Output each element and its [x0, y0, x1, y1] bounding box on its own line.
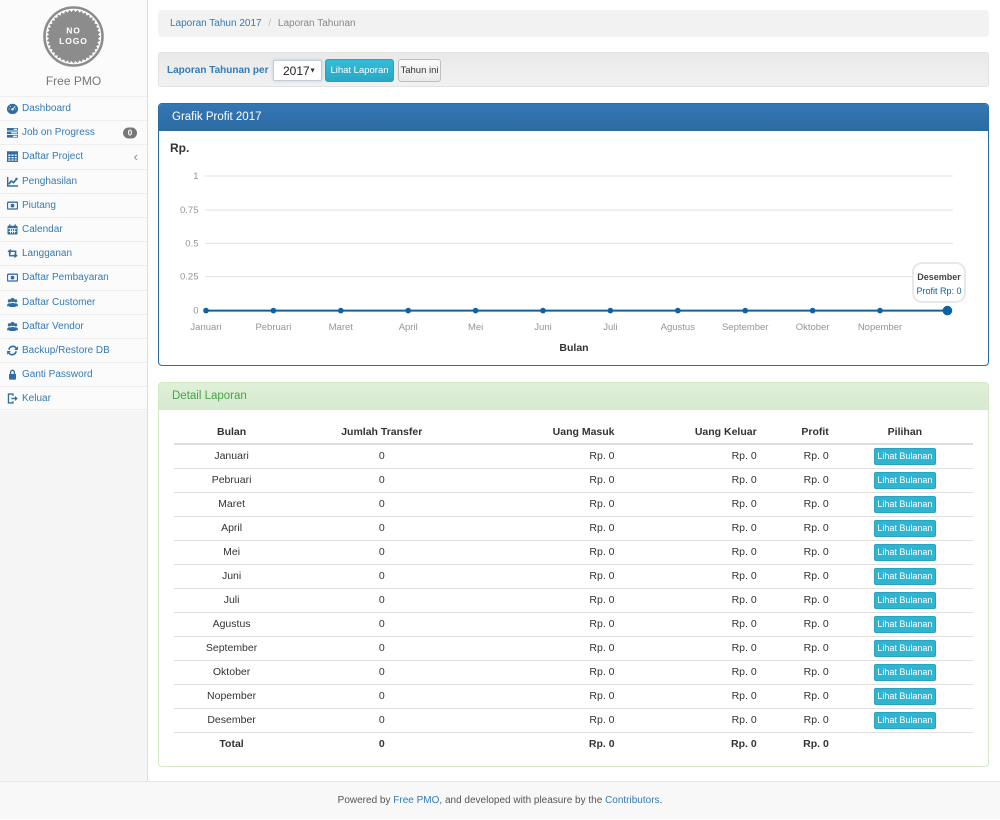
svg-text:0: 0: [193, 306, 198, 317]
svg-text:Nopember: Nopember: [858, 322, 902, 333]
svg-text:Juni: Juni: [534, 322, 551, 333]
svg-text:Pebruari: Pebruari: [255, 322, 291, 333]
svg-text:NO: NO: [66, 26, 81, 36]
svg-text:1: 1: [193, 171, 198, 182]
svg-text:Juli: Juli: [603, 322, 617, 333]
svg-text:Bulan: Bulan: [559, 342, 588, 354]
svg-text:Rp.: Rp.: [170, 141, 189, 155]
svg-text:September: September: [722, 322, 768, 333]
svg-text:April: April: [399, 322, 418, 333]
svg-text:0.5: 0.5: [185, 238, 198, 249]
svg-text:0.75: 0.75: [180, 205, 199, 216]
svg-text:Maret: Maret: [329, 322, 354, 333]
svg-text:LOGO: LOGO: [59, 36, 88, 46]
svg-text:Agustus: Agustus: [661, 322, 696, 333]
svg-text:Mei: Mei: [468, 322, 483, 333]
svg-text:Oktober: Oktober: [796, 322, 830, 333]
svg-text:Januari: Januari: [190, 322, 221, 333]
svg-text:0.25: 0.25: [180, 272, 199, 283]
